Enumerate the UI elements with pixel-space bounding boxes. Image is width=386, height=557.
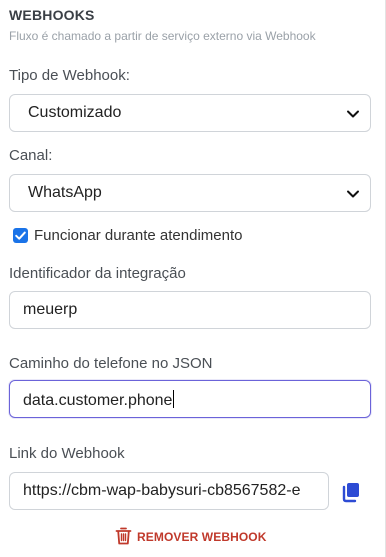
channel-label: Canal: [9, 147, 53, 164]
webhook-link-input[interactable]: https://cbm-wap-babysuri-cb8567582-e [9, 472, 329, 510]
integration-id-input[interactable]: meuerp [9, 291, 371, 329]
phone-path-input[interactable]: data.customer.phone [9, 380, 371, 418]
copy-link-button[interactable] [340, 481, 362, 503]
phone-path-label: Caminho do telefone no JSON [9, 355, 213, 372]
channel-value: WhatsApp [28, 184, 102, 201]
chevron-down-icon [347, 190, 359, 198]
section-title: WEBHOOKS [9, 7, 95, 23]
webhook-type-select[interactable]: Customizado [9, 94, 371, 132]
integration-id-label: Identificador da integração [9, 265, 186, 282]
section-subtitle: Fluxo é chamado a partir de serviço exte… [9, 29, 316, 43]
channel-select[interactable]: WhatsApp [9, 174, 371, 212]
webhook-link-label: Link do Webhook [9, 445, 125, 462]
copy-icon [342, 483, 359, 503]
integration-id-value: meuerp [23, 301, 78, 318]
chevron-down-icon [347, 110, 359, 118]
webhook-link-value: https://cbm-wap-babysuri-cb8567582-e [23, 482, 301, 499]
webhook-settings-panel: WEBHOOKS Fluxo é chamado a partir de ser… [0, 0, 386, 557]
remove-webhook-label: REMOVER WEBHOOK [137, 530, 267, 544]
trash-icon [115, 527, 132, 545]
during-service-label: Funcionar durante atendimento [34, 227, 243, 244]
during-service-checkbox[interactable] [13, 228, 28, 243]
phone-path-value: data.customer.phone [23, 392, 173, 409]
webhook-type-label: Tipo de Webhook: [9, 67, 130, 84]
phone-path-field: data.customer.phone [23, 390, 175, 410]
checkmark-icon [15, 231, 26, 240]
text-caret [173, 390, 175, 408]
webhook-type-value: Customizado [28, 104, 122, 121]
